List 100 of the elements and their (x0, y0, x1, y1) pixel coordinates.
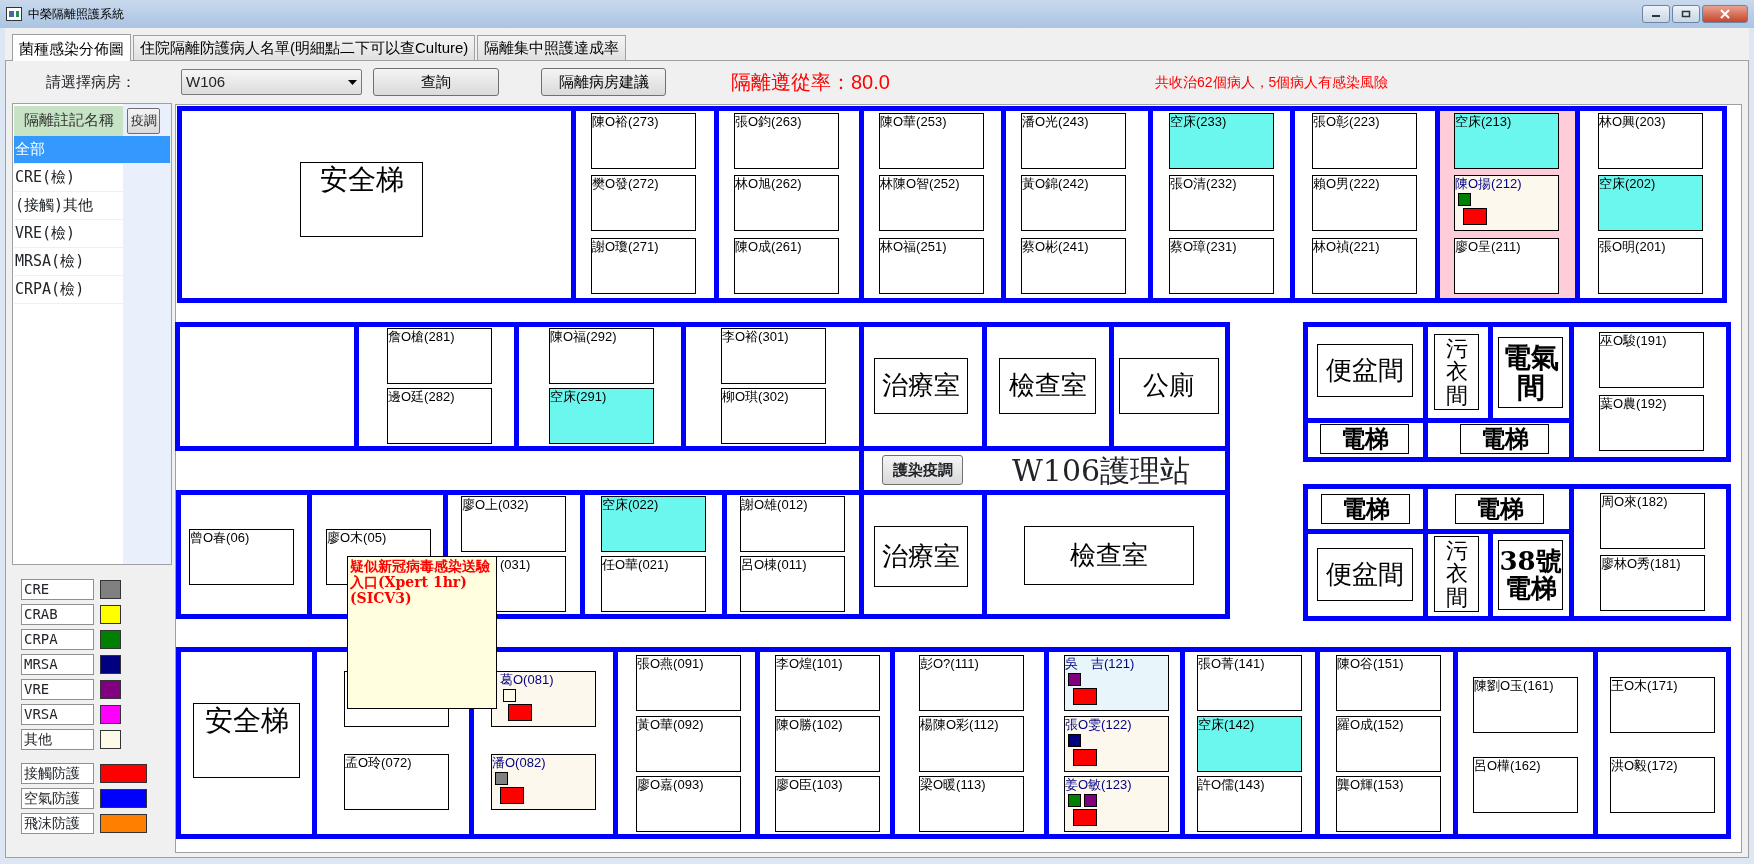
bed-label: 許O儒(143) (1198, 777, 1266, 792)
room-label: 安全梯 (300, 162, 423, 237)
legend-label: CRPA (21, 629, 94, 650)
legend-label: 飛沫防護 (21, 813, 94, 834)
bed-label: 蔡O璋(231) (1170, 239, 1238, 254)
bed-label: 陳O裕(273) (592, 114, 660, 129)
bed-label: 張O菁(141) (1198, 656, 1266, 671)
bed-label: 謝O雄(012) (741, 497, 809, 512)
bed-label: 陳O勝(102) (776, 717, 844, 732)
bed-label: 張O鈞(263) (735, 114, 803, 129)
bed-label: 任O華(021) (602, 557, 670, 572)
bed-label: 林O禎(221) (1313, 239, 1381, 254)
bed-label: 曾O春(06) (190, 530, 251, 545)
bed-label: 陳O揚(212) (1455, 176, 1523, 191)
nurse-station-label: W106護理站 (1012, 456, 1192, 490)
bed-label: 彭O?(111) (920, 656, 980, 671)
bed-label: 吳 吉(121) (1065, 656, 1136, 671)
bed-label: 張O雯(122) (1065, 717, 1133, 732)
bed-label: 林O興(203) (1599, 114, 1667, 129)
room-label: 電梯 (1320, 424, 1409, 454)
bed-label: 蔡O彬(241) (1022, 239, 1090, 254)
bed-label: 陳O華(253) (880, 114, 948, 129)
room-label: 公廁 (1119, 358, 1219, 414)
bed-label: 柳O琪(302) (722, 389, 790, 404)
bed-label: 黃O錦(242) (1022, 176, 1090, 191)
bed-label: 巫O駿(191) (1600, 333, 1668, 348)
bed-label: 樊O發(272) (592, 176, 660, 191)
room-label: 電梯 (1460, 424, 1549, 454)
bed-label: 陳O成(261) (735, 239, 803, 254)
room-label: 檢查室 (999, 358, 1096, 414)
legend-label: VRSA (21, 704, 94, 725)
bed-label: 李O裕(301) (722, 329, 790, 344)
bed-label: 空床(022) (602, 497, 660, 512)
room-label: 污衣間 (1434, 536, 1479, 612)
window-title: 中榮隔離照護系統 (28, 6, 124, 23)
bed-label: 黃O華(092) (637, 717, 705, 732)
bed-label: 空床(233) (1170, 114, 1228, 129)
bed-label: 廖O木(05) (327, 530, 388, 545)
tooltip: 疑似新冠病毒感染送驗入口(Xpert 1hr)(SICV3) (347, 556, 497, 709)
bed-label: 空床(291) (550, 389, 608, 404)
bed-label: 羅O成(152) (1337, 717, 1405, 732)
ward-label: 請選擇病房： (46, 71, 137, 92)
bed-label: 張O燕(091) (637, 656, 705, 671)
list-header: 隔離註記名稱 (14, 105, 123, 136)
room-label: 治療室 (874, 358, 968, 414)
compliance-rate: 隔離遵從率：80.0 (731, 70, 890, 95)
bed-label: 陳劉O玉(161) (1474, 678, 1555, 693)
bed-label: 呂O棟(011) (741, 557, 808, 572)
bed-label: 張O彰(223) (1313, 114, 1381, 129)
legend-label: 其他 (21, 729, 94, 750)
room-label: 38號電梯 (1498, 540, 1563, 610)
room-label: 便盆間 (1317, 548, 1413, 601)
bed-label: 楊陳O彩(112) (920, 717, 1000, 732)
bed-label: 謝O瓊(271) (592, 239, 660, 254)
bed-label: 潘O(082) (492, 755, 547, 770)
legend-label: VRE (21, 679, 94, 700)
bed-label: 張O清(232) (1170, 176, 1238, 191)
room-label: 治療室 (874, 526, 968, 587)
bed-label: 林O福(251) (880, 239, 948, 254)
bed-label: 呂O樺(162) (1474, 758, 1542, 773)
bed-label: 王O木(171) (1611, 678, 1679, 693)
bed-label: 林陳O智(252) (880, 176, 961, 191)
bed-label: 龔O輝(153) (1337, 777, 1405, 792)
legend-label: 空氣防護 (21, 788, 94, 809)
bed-label: 潘O光(243) (1022, 114, 1090, 129)
room-label: 檢查室 (1024, 526, 1194, 585)
bed-label: 周O來(182) (1601, 494, 1669, 509)
bed-label: 葛O(081) (500, 672, 555, 687)
patient-summary: 共收治62個病人，5個病人有感染風險 (1154, 72, 1389, 92)
bed-label: 空床(213) (1455, 114, 1513, 129)
bed-label: 賴O男(222) (1313, 176, 1381, 191)
bed-label: 廖林O秀(181) (1601, 556, 1682, 571)
bed-label: (031) (500, 557, 532, 572)
bed-label: 林O旭(262) (735, 176, 803, 191)
legend-label: MRSA (21, 654, 94, 675)
bed-label: 廖O上(032) (462, 497, 530, 512)
room-label: 便盆間 (1317, 344, 1413, 397)
room-label: 電梯 (1455, 494, 1544, 524)
bed-label: 張O明(201) (1599, 239, 1667, 254)
bed-label: 孟O玲(072) (345, 755, 413, 770)
bed-label: 葉O農(192) (1600, 396, 1668, 411)
bed-label: 邊O廷(282) (388, 389, 456, 404)
bed-label: 廖O嘉(093) (637, 777, 705, 792)
bed-label: 廖O臣(103) (776, 777, 844, 792)
bed-label: 空床(202) (1599, 176, 1657, 191)
bed-label: 空床(142) (1198, 717, 1256, 732)
bed-label: 廖O呈(211) (1455, 239, 1522, 254)
legend-label: 接觸防護 (21, 763, 94, 784)
bed-label: 姜O敏(123) (1065, 777, 1133, 792)
bed-label: 洪O毅(172) (1611, 758, 1679, 773)
bed-label: 李O煌(101) (776, 656, 844, 671)
bed-label: 梁O暖(113) (920, 777, 987, 792)
bed-label: 陳O福(292) (550, 329, 618, 344)
room-label: 安全梯 (193, 703, 300, 778)
legend-label: CRE (21, 579, 94, 600)
bed-label: 詹O槍(281) (388, 329, 456, 344)
room-label: 電氣間 (1498, 337, 1563, 408)
legend-label: CRAB (21, 604, 94, 625)
bed-label: 陳O谷(151) (1337, 656, 1405, 671)
room-label: 污衣間 (1434, 334, 1479, 410)
